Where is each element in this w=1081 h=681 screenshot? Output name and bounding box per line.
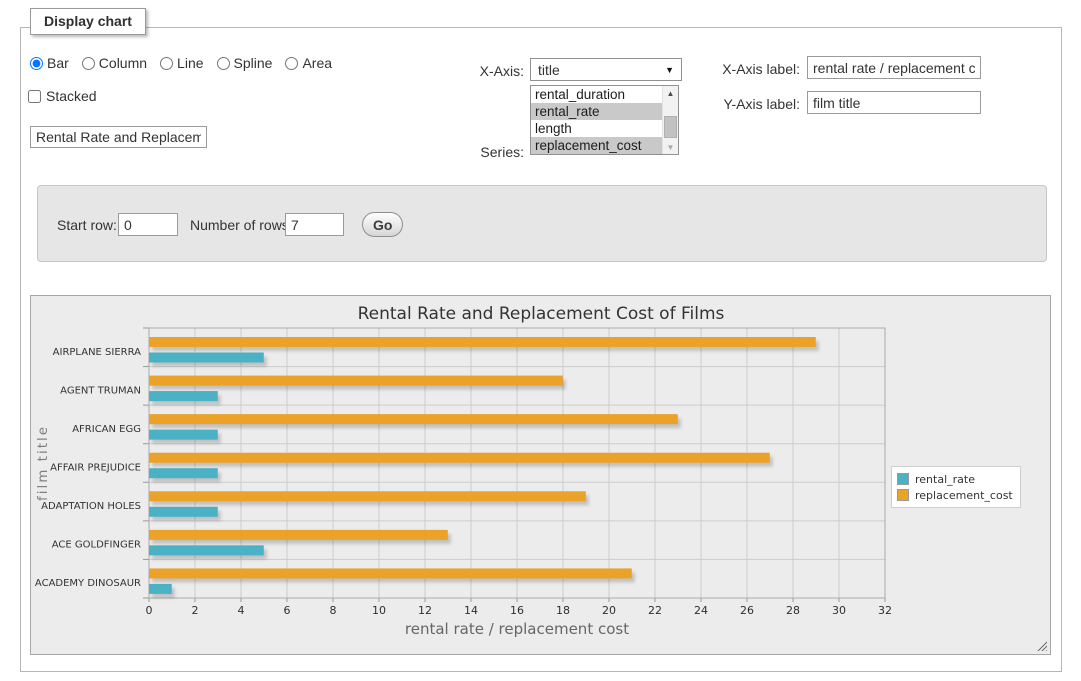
stacked-checkbox-row: Stacked [28, 88, 97, 104]
bar-radio[interactable] [30, 57, 43, 70]
series-option[interactable]: length [531, 120, 662, 137]
go-button[interactable]: Go [362, 212, 403, 237]
spline-radio-label: Spline [234, 55, 273, 71]
legend-label: replacement_cost [915, 489, 1013, 502]
chart-panel: Rental Rate and Replacement Cost of Film… [30, 295, 1051, 655]
area-radio[interactable] [285, 57, 298, 70]
start-row-label: Start row: [57, 217, 117, 233]
svg-text:12: 12 [418, 604, 432, 617]
svg-text:10: 10 [372, 604, 386, 617]
svg-text:0: 0 [146, 604, 153, 617]
radio-item-line: Line [160, 55, 203, 71]
svg-text:24: 24 [694, 604, 708, 617]
svg-text:film title: film title [35, 425, 51, 501]
x-axis-select-label: X-Axis: [440, 63, 524, 79]
legend-label: rental_rate [915, 473, 975, 486]
column-radio[interactable] [82, 57, 95, 70]
fieldset-legend: Display chart [30, 8, 146, 35]
svg-text:6: 6 [284, 604, 291, 617]
svg-text:4: 4 [238, 604, 245, 617]
svg-text:AFFAIR PREJUDICE: AFFAIR PREJUDICE [50, 463, 141, 474]
x-axis-label-input[interactable] [807, 56, 981, 79]
row-range-panel [37, 185, 1047, 262]
chart-legend: rental_rate replacement_cost [891, 466, 1021, 508]
svg-text:30: 30 [832, 604, 846, 617]
svg-text:rental rate / replacement cost: rental rate / replacement cost [405, 620, 629, 638]
bar-radio-label: Bar [47, 55, 69, 71]
radio-item-column: Column [82, 55, 147, 71]
scroll-down-icon[interactable]: ▼ [663, 140, 678, 154]
svg-text:AFRICAN EGG: AFRICAN EGG [72, 424, 141, 435]
area-radio-label: Area [302, 55, 332, 71]
svg-text:2: 2 [192, 604, 199, 617]
x-axis-select-value: title [538, 62, 560, 78]
svg-text:AIRPLANE SIERRA: AIRPLANE SIERRA [53, 347, 141, 358]
svg-text:14: 14 [464, 604, 478, 617]
spline-radio[interactable] [217, 57, 230, 70]
series-listbox-scrollbar[interactable]: ▲ ▼ [662, 86, 678, 154]
svg-text:28: 28 [786, 604, 800, 617]
scrollbar-thumb[interactable] [664, 116, 677, 138]
replacement-cost-swatch [897, 489, 909, 501]
stacked-checkbox-label: Stacked [46, 88, 97, 104]
svg-text:ADAPTATION HOLES: ADAPTATION HOLES [41, 501, 141, 512]
line-radio[interactable] [160, 57, 173, 70]
series-option[interactable]: rental_rate [531, 103, 662, 120]
svg-text:ACE GOLDFINGER: ACE GOLDFINGER [52, 540, 141, 551]
line-radio-label: Line [177, 55, 203, 71]
series-option[interactable]: rental_duration [531, 86, 662, 103]
start-row-input[interactable] [118, 213, 178, 236]
svg-text:18: 18 [556, 604, 570, 617]
y-axis-label-label: Y-Axis label: [708, 96, 800, 112]
scroll-up-icon[interactable]: ▲ [663, 86, 678, 100]
dropdown-arrow-icon: ▼ [665, 65, 674, 75]
number-of-rows-input[interactable] [285, 213, 344, 236]
radio-item-spline: Spline [217, 55, 273, 71]
svg-text:20: 20 [602, 604, 616, 617]
series-option[interactable]: replacement_cost [531, 137, 662, 154]
display-chart-page: Display chart Bar Column Line Spline Are… [0, 0, 1081, 681]
series-listbox-label: Series: [440, 144, 524, 160]
svg-text:26: 26 [740, 604, 754, 617]
chart-title-input[interactable] [30, 126, 207, 148]
x-axis-label-label: X-Axis label: [708, 61, 800, 77]
radio-item-bar: Bar [30, 55, 69, 71]
legend-row: rental_rate [897, 471, 1013, 487]
chart-type-radio-group: Bar Column Line Spline Area [30, 55, 332, 71]
series-options: rental_duration rental_rate length repla… [531, 86, 662, 154]
svg-text:16: 16 [510, 604, 524, 617]
number-of-rows-label: Number of rows: [190, 217, 293, 233]
x-axis-select[interactable]: title ▼ [530, 58, 682, 81]
svg-text:32: 32 [878, 604, 892, 617]
svg-text:Rental Rate and Replacement Co: Rental Rate and Replacement Cost of Film… [358, 304, 725, 324]
y-axis-label-input[interactable] [807, 91, 981, 114]
svg-text:8: 8 [330, 604, 337, 617]
svg-text:AGENT TRUMAN: AGENT TRUMAN [60, 385, 141, 396]
legend-row: replacement_cost [897, 487, 1013, 503]
svg-text:22: 22 [648, 604, 662, 617]
rental-rate-swatch [897, 473, 909, 485]
svg-text:ACADEMY DINOSAUR: ACADEMY DINOSAUR [35, 578, 141, 589]
radio-item-area: Area [285, 55, 332, 71]
column-radio-label: Column [99, 55, 147, 71]
stacked-checkbox[interactable] [28, 90, 41, 103]
series-listbox: rental_duration rental_rate length repla… [530, 85, 679, 155]
